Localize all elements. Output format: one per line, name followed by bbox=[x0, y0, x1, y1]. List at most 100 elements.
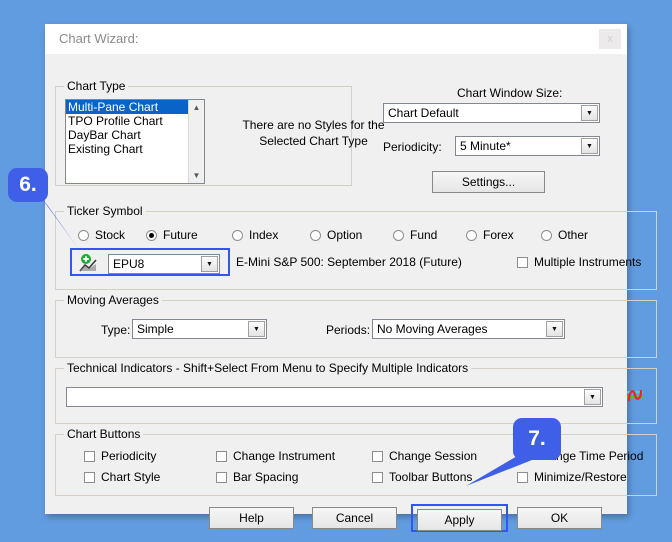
chevron-down-icon[interactable]: ▼ bbox=[201, 256, 218, 272]
radio-option-label: Option bbox=[327, 228, 363, 242]
checkbox-bar-spacing-label: Bar Spacing bbox=[233, 470, 299, 484]
checkbox-periodicity-label: Periodicity bbox=[101, 449, 157, 463]
chart-buttons-group-label: Chart Buttons bbox=[64, 427, 144, 441]
radio-index-label: Index bbox=[249, 228, 279, 242]
chevron-down-icon[interactable]: ▼ bbox=[248, 321, 265, 337]
radio-forex[interactable]: Forex bbox=[460, 228, 514, 242]
list-item[interactable]: Multi-Pane Chart bbox=[66, 100, 204, 114]
radio-icon[interactable] bbox=[232, 229, 243, 241]
ma-periods-value: No Moving Averages bbox=[377, 322, 488, 336]
checkbox-bar-spacing[interactable]: Bar Spacing bbox=[210, 470, 298, 484]
chart-window-size-value: Chart Default bbox=[388, 106, 459, 120]
ticker-symbol-description: E-Mini S&P 500: September 2018 (Future) bbox=[236, 255, 462, 269]
chevron-down-icon[interactable]: ▼ bbox=[546, 321, 563, 337]
callout-7-badge: 7. bbox=[513, 418, 561, 460]
checkbox-minimize-restore[interactable]: Minimize/Restore bbox=[511, 470, 627, 484]
dialog-title: Chart Wizard: bbox=[59, 31, 139, 46]
radio-other-label: Other bbox=[558, 228, 589, 242]
checkbox-change-session-label: Change Session bbox=[389, 449, 478, 463]
radio-option[interactable]: Option bbox=[304, 228, 362, 242]
chevron-up-icon[interactable]: ▲ bbox=[189, 100, 204, 115]
periodicity-value: 5 Minute* bbox=[460, 139, 511, 153]
chevron-down-icon[interactable]: ▼ bbox=[584, 389, 601, 405]
checkbox-chart-style[interactable]: Chart Style bbox=[78, 470, 160, 484]
radio-index[interactable]: Index bbox=[226, 228, 278, 242]
checkbox-change-instrument[interactable]: Change Instrument bbox=[210, 449, 335, 463]
ticker-symbol-group: Ticker Symbol Stock Future Index Option … bbox=[55, 204, 657, 290]
checkbox-chart-style-label: Chart Style bbox=[101, 470, 161, 484]
ma-type-label: Type: bbox=[101, 323, 131, 337]
ma-periods-label: Periods: bbox=[326, 323, 371, 337]
checkbox-minimize-restore-label: Minimize/Restore bbox=[534, 470, 627, 484]
list-item[interactable]: Existing Chart bbox=[66, 142, 204, 156]
periodicity-label: Periodicity: bbox=[383, 140, 442, 154]
checkbox-toolbar-buttons[interactable]: Toolbar Buttons bbox=[366, 470, 472, 484]
technical-indicators-group-label: Technical Indicators - Shift+Select From… bbox=[64, 361, 472, 375]
radio-fund-label: Fund bbox=[410, 228, 438, 242]
add-chart-icon[interactable] bbox=[78, 254, 98, 273]
checkbox-toolbar-buttons-label: Toolbar Buttons bbox=[389, 470, 473, 484]
checkbox-icon[interactable] bbox=[372, 471, 383, 483]
chart-type-group: Chart Type Multi-Pane Chart TPO Profile … bbox=[55, 79, 385, 186]
help-button[interactable]: Help bbox=[209, 507, 294, 529]
radio-icon[interactable] bbox=[393, 229, 404, 241]
cancel-button[interactable]: Cancel bbox=[312, 507, 397, 529]
periodicity-combo[interactable]: 5 Minute* ▼ bbox=[455, 136, 600, 156]
moving-averages-group-label: Moving Averages bbox=[64, 293, 162, 307]
radio-stock-label: Stock bbox=[95, 228, 126, 242]
checkbox-icon[interactable] bbox=[517, 471, 528, 483]
chart-window-size-label: Chart Window Size: bbox=[457, 86, 563, 100]
radio-icon[interactable] bbox=[78, 229, 89, 241]
radio-forex-label: Forex bbox=[483, 228, 514, 242]
radio-stock[interactable]: Stock bbox=[72, 228, 125, 242]
checkbox-icon[interactable] bbox=[216, 450, 227, 462]
settings-button[interactable]: Settings... bbox=[432, 171, 545, 193]
ok-button[interactable]: OK bbox=[517, 507, 602, 529]
checkbox-change-instrument-label: Change Instrument bbox=[233, 449, 336, 463]
close-icon[interactable]: x bbox=[599, 29, 621, 49]
checkbox-change-session[interactable]: Change Session bbox=[366, 449, 477, 463]
radio-future-label: Future bbox=[163, 228, 198, 242]
ma-type-combo[interactable]: Simple ▼ bbox=[132, 319, 267, 339]
radio-fund[interactable]: Fund bbox=[387, 228, 437, 242]
moving-averages-group: Moving Averages Type: Simple ▼ Periods: … bbox=[55, 293, 657, 358]
ticker-symbol-combo[interactable]: EPU8 ▼ bbox=[108, 254, 220, 274]
checkbox-icon[interactable] bbox=[372, 450, 383, 462]
list-item[interactable]: TPO Profile Chart bbox=[66, 114, 204, 128]
list-item[interactable]: DayBar Chart bbox=[66, 128, 204, 142]
checkbox-periodicity[interactable]: Periodicity bbox=[78, 449, 156, 463]
ma-periods-combo[interactable]: No Moving Averages ▼ bbox=[372, 319, 565, 339]
oscillator-icon[interactable] bbox=[624, 385, 646, 407]
apply-button[interactable]: Apply bbox=[417, 509, 502, 531]
chevron-down-icon[interactable]: ▼ bbox=[189, 168, 204, 183]
styles-note: There are no Styles for the Selected Cha… bbox=[242, 118, 385, 148]
technical-indicators-combo[interactable]: ▼ bbox=[66, 387, 603, 407]
chart-window-size-combo[interactable]: Chart Default ▼ bbox=[383, 103, 600, 123]
radio-other[interactable]: Other bbox=[535, 228, 588, 242]
ticker-symbol-group-label: Ticker Symbol bbox=[64, 204, 146, 218]
checkbox-icon[interactable] bbox=[84, 450, 95, 462]
radio-icon[interactable] bbox=[541, 229, 552, 241]
callout-6-badge: 6. bbox=[8, 168, 48, 202]
checkbox-icon[interactable] bbox=[84, 471, 95, 483]
apply-button-highlight: Apply bbox=[411, 504, 508, 532]
checkbox-multiple-instruments-label: Multiple Instruments bbox=[534, 255, 642, 269]
checkbox-icon[interactable] bbox=[517, 256, 528, 268]
chart-buttons-group: Chart Buttons Periodicity Change Instrum… bbox=[55, 427, 657, 496]
radio-future[interactable]: Future bbox=[140, 228, 198, 242]
dialog-titlebar[interactable]: Chart Wizard: x bbox=[45, 24, 627, 54]
ticker-symbol-value: EPU8 bbox=[113, 257, 145, 271]
radio-icon[interactable] bbox=[466, 229, 477, 241]
checkbox-icon[interactable] bbox=[216, 471, 227, 483]
chevron-down-icon[interactable]: ▼ bbox=[581, 138, 598, 154]
ticker-symbol-input-highlight: EPU8 ▼ bbox=[70, 248, 230, 276]
technical-indicators-group: Technical Indicators - Shift+Select From… bbox=[55, 361, 657, 424]
radio-icon-selected[interactable] bbox=[146, 229, 157, 241]
listbox-scrollbar[interactable]: ▲ ▼ bbox=[188, 100, 204, 183]
checkbox-multiple-instruments[interactable]: Multiple Instruments bbox=[511, 255, 641, 269]
ma-type-value: Simple bbox=[137, 322, 174, 336]
chevron-down-icon[interactable]: ▼ bbox=[581, 105, 598, 121]
radio-icon[interactable] bbox=[310, 229, 321, 241]
chart-type-group-label: Chart Type bbox=[64, 79, 129, 93]
chart-type-listbox[interactable]: Multi-Pane Chart TPO Profile Chart DayBa… bbox=[65, 99, 205, 184]
